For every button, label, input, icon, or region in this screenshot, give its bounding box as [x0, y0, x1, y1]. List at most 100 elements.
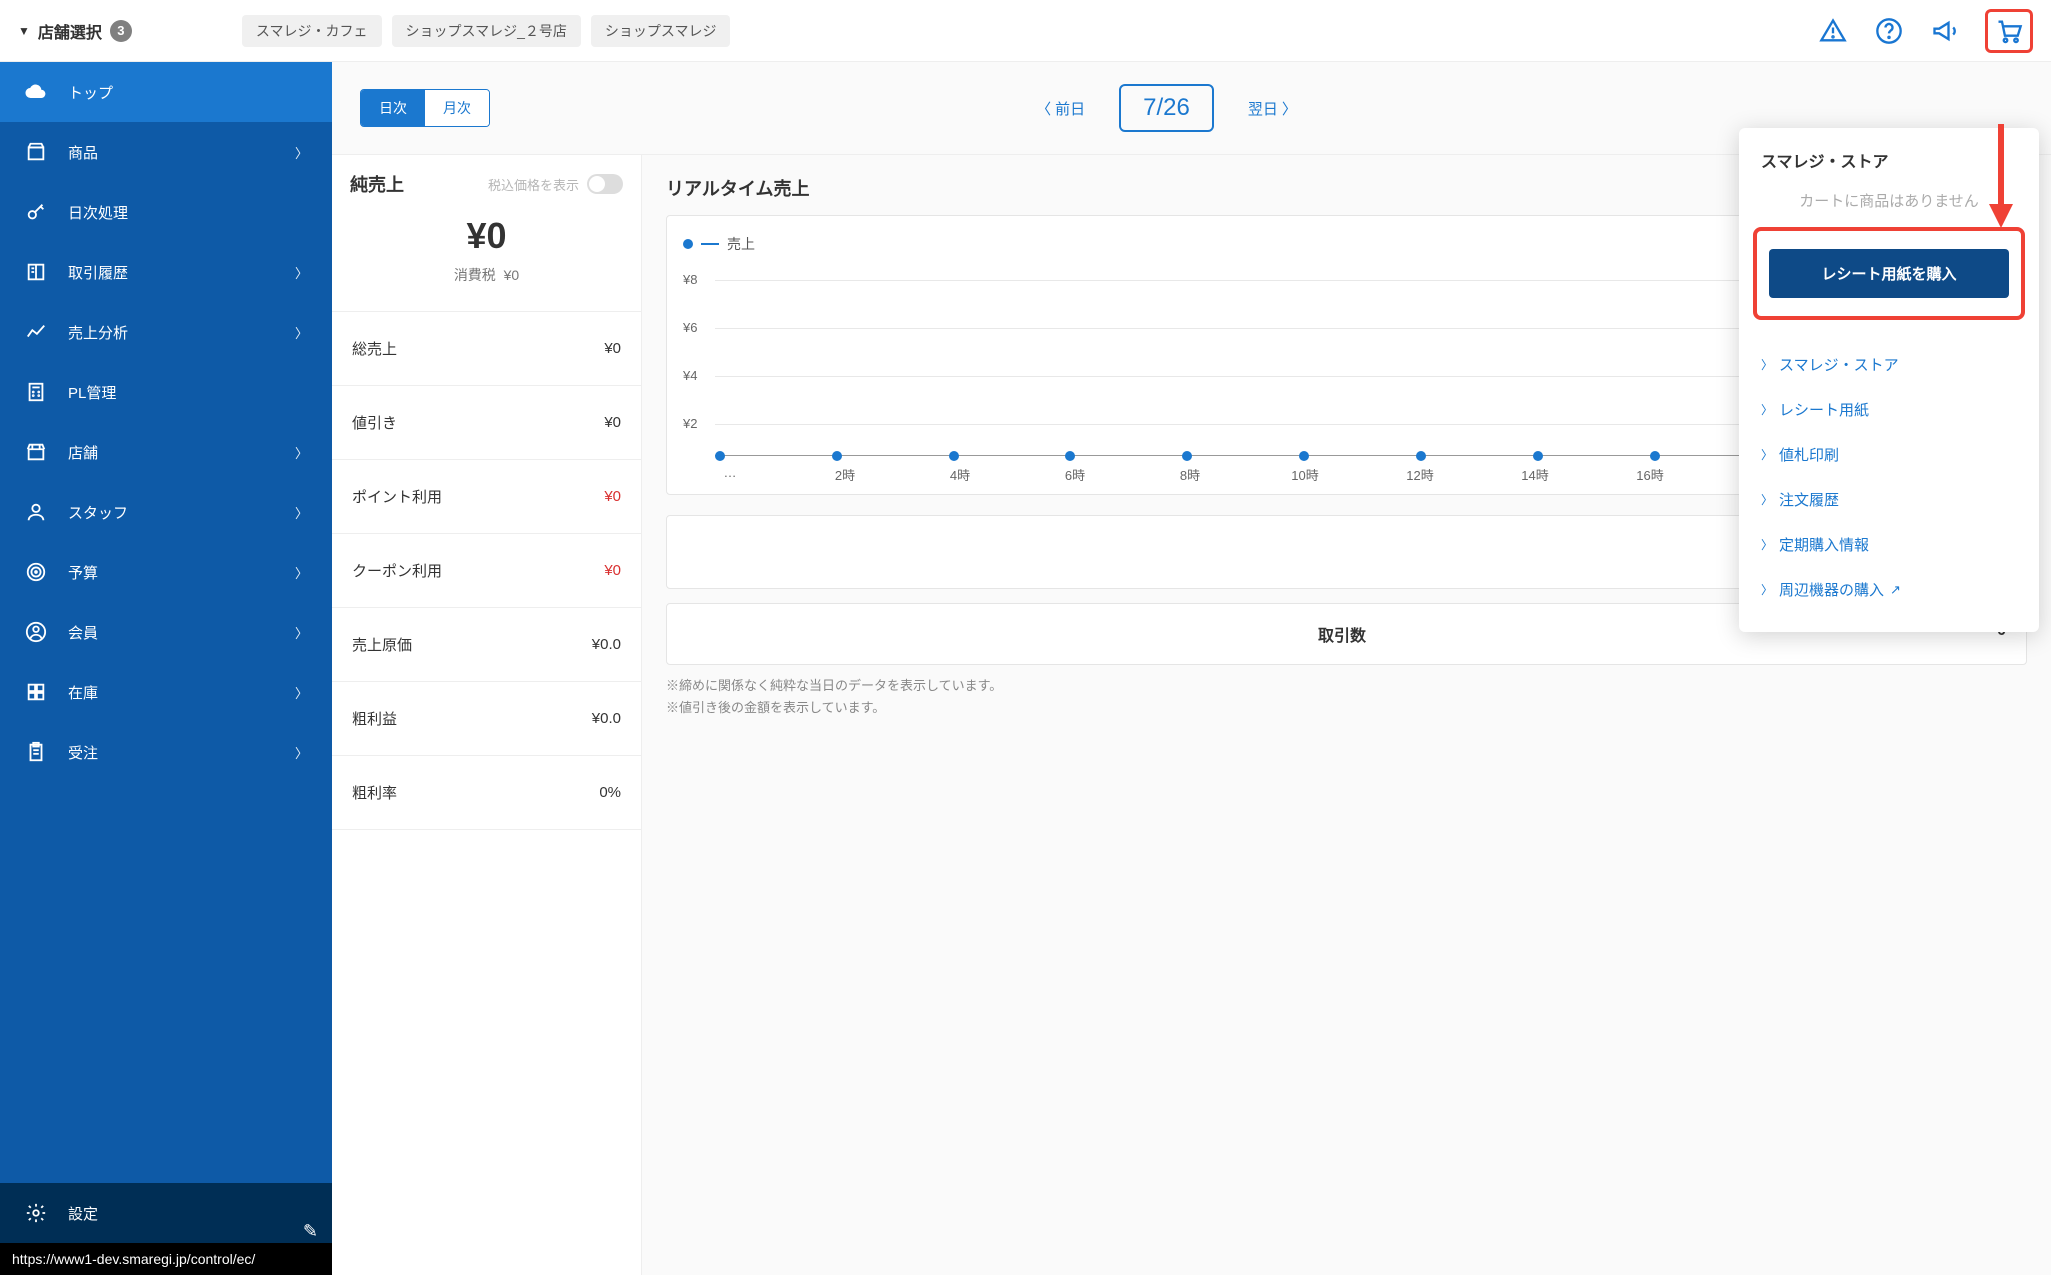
sidebar-item-label: 予算 [68, 562, 98, 583]
metric-row: クーポン利用 ¥0 [332, 534, 641, 608]
metric-value: ¥0 [604, 562, 621, 579]
clipboard-icon [24, 740, 48, 764]
prev-day-button[interactable]: 〈 前日 [1036, 98, 1085, 119]
sidebar-item-9[interactable]: 会員 〉 [0, 602, 332, 662]
metric-value: ¥0 [604, 340, 621, 357]
tax-line: 消費税 ¥0 [350, 265, 623, 285]
sidebar-item-label: 取引履歴 [68, 262, 128, 283]
popover-buy-highlight: レシート用紙を購入 [1753, 227, 2025, 320]
chevron-right-icon: 〉 [295, 143, 308, 162]
popover-link[interactable]: 〉 値札印刷 [1761, 432, 2017, 477]
sidebar-item-label: PL管理 [68, 382, 116, 403]
x-tick-label: 12時 [1405, 465, 1435, 484]
sidebar-item-2[interactable]: 日次処理 [0, 182, 332, 242]
next-day-button[interactable]: 翌日 〉 [1248, 98, 1297, 119]
data-point [1533, 451, 1543, 461]
store-select-label: 店舗選択 [38, 19, 102, 43]
popover-link[interactable]: 〉 周辺機器の購入 ↗ [1761, 567, 2017, 612]
metric-row: 総売上 ¥0 [332, 312, 641, 386]
store-select[interactable]: ▼ 店舗選択 3 [18, 19, 132, 43]
store-chip[interactable]: ショップスマレジ_２号店 [392, 15, 581, 47]
gear-icon [24, 1201, 48, 1225]
popover-empty: カートに商品はありません [1739, 184, 2039, 227]
sidebar-item-6[interactable]: 店舗 〉 [0, 422, 332, 482]
chevron-right-icon: 〉 [1761, 446, 1773, 463]
sidebar-item-8[interactable]: 予算 〉 [0, 542, 332, 602]
chevron-right-icon: 〉 [295, 443, 308, 462]
metric-value: ¥0.0 [592, 636, 621, 653]
chevron-left-icon: 〈 [1036, 98, 1051, 119]
sidebar-item-label: 商品 [68, 142, 98, 163]
x-tick-label: 2時 [830, 465, 860, 484]
metric-value: ¥0.0 [592, 710, 621, 727]
seg-daily[interactable]: 日次 [361, 90, 425, 126]
x-tick-label: 16時 [1635, 465, 1665, 484]
sidebar-item-1[interactable]: 商品 〉 [0, 122, 332, 182]
metric-row: 粗利益 ¥0.0 [332, 682, 641, 756]
status-url: ✎ https://www1-dev.smaregi.jp/control/ec… [0, 1243, 332, 1275]
chart-icon [24, 320, 48, 344]
chevron-right-icon: 〉 [1761, 491, 1773, 508]
legend-dot-icon [683, 239, 693, 249]
store-chip[interactable]: スマレジ・カフェ [242, 15, 382, 47]
metric-label: 値引き [352, 412, 397, 433]
metric-row: 値引き ¥0 [332, 386, 641, 460]
sidebar-item-3[interactable]: 取引履歴 〉 [0, 242, 332, 302]
sidebar: トップ 商品 〉 日次処理 取引履歴 〉 売上分析 〉 PL管理 店舗 〉 スタ… [0, 62, 332, 1275]
topbar: ▼ 店舗選択 3 スマレジ・カフェ ショップスマレジ_２号店 ショップスマレジ [0, 0, 2051, 62]
chevron-right-icon: 〉 [295, 743, 308, 762]
chevron-right-icon: 〉 [1761, 581, 1773, 598]
date-display[interactable]: 7/26 [1119, 84, 1214, 132]
popover-link-label: レシート用紙 [1779, 399, 1869, 420]
net-sales-title: 純売上 [350, 171, 404, 197]
chevron-right-icon: 〉 [295, 503, 308, 522]
sidebar-item-5[interactable]: PL管理 [0, 362, 332, 422]
popover-link[interactable]: 〉 注文履歴 [1761, 477, 2017, 522]
chevron-right-icon: 〉 [295, 323, 308, 342]
person-icon [24, 500, 48, 524]
net-sales-value: ¥0 [350, 215, 623, 257]
popover-link[interactable]: 〉 レシート用紙 [1761, 387, 2017, 432]
cloud-icon [24, 80, 48, 104]
store-chips: スマレジ・カフェ ショップスマレジ_２号店 ショップスマレジ [242, 15, 731, 47]
cart-button[interactable] [1985, 9, 2033, 53]
legend-bar-icon [701, 243, 719, 245]
y-tick-label: ¥6 [683, 320, 697, 335]
store-chip[interactable]: ショップスマレジ [591, 15, 731, 47]
data-point [1650, 451, 1660, 461]
sidebar-item-4[interactable]: 売上分析 〉 [0, 302, 332, 362]
seg-monthly[interactable]: 月次 [425, 90, 489, 126]
sidebar-item-7[interactable]: スタッフ 〉 [0, 482, 332, 542]
calc-icon [24, 380, 48, 404]
alert-icon[interactable] [1817, 15, 1849, 47]
help-icon[interactable] [1873, 15, 1905, 47]
data-point [832, 451, 842, 461]
metric-row: 粗利率 0% [332, 756, 641, 830]
chevron-right-icon: 〉 [295, 623, 308, 642]
chevron-right-icon: 〉 [1761, 356, 1773, 373]
metric-label: ポイント利用 [352, 486, 442, 507]
popover-link[interactable]: 〉 スマレジ・ストア [1761, 342, 2017, 387]
announce-icon[interactable] [1929, 15, 1961, 47]
y-tick-label: ¥4 [683, 368, 697, 383]
popover-link-label: 定期購入情報 [1779, 534, 1869, 555]
realtime-notes: ※締めに関係なく純粋な当日のデータを表示しています。 ※値引き後の金額を表示して… [666, 675, 2027, 719]
switch-icon [587, 174, 623, 194]
cart-icon [1993, 15, 2025, 47]
buy-receipt-paper-button[interactable]: レシート用紙を購入 [1769, 249, 2009, 298]
sidebar-item-11[interactable]: 受注 〉 [0, 722, 332, 782]
metric-row: ポイント利用 ¥0 [332, 460, 641, 534]
sidebar-item-settings[interactable]: 設定 [0, 1183, 332, 1243]
sidebar-item-label: 在庫 [68, 682, 98, 703]
sidebar-item-label: スタッフ [68, 502, 128, 523]
sidebar-item-0[interactable]: トップ [0, 62, 332, 122]
edit-icon[interactable]: ✎ [303, 1221, 318, 1242]
tax-toggle[interactable]: 税込価格を表示 [488, 174, 623, 194]
data-point [1182, 451, 1192, 461]
popover-link-label: 注文履歴 [1779, 489, 1839, 510]
popover-link[interactable]: 〉 定期購入情報 [1761, 522, 2017, 567]
popover-title: スマレジ・ストア [1739, 128, 2039, 184]
sidebar-item-label: 店舗 [68, 442, 98, 463]
external-link-icon: ↗ [1890, 582, 1901, 598]
sidebar-item-10[interactable]: 在庫 〉 [0, 662, 332, 722]
